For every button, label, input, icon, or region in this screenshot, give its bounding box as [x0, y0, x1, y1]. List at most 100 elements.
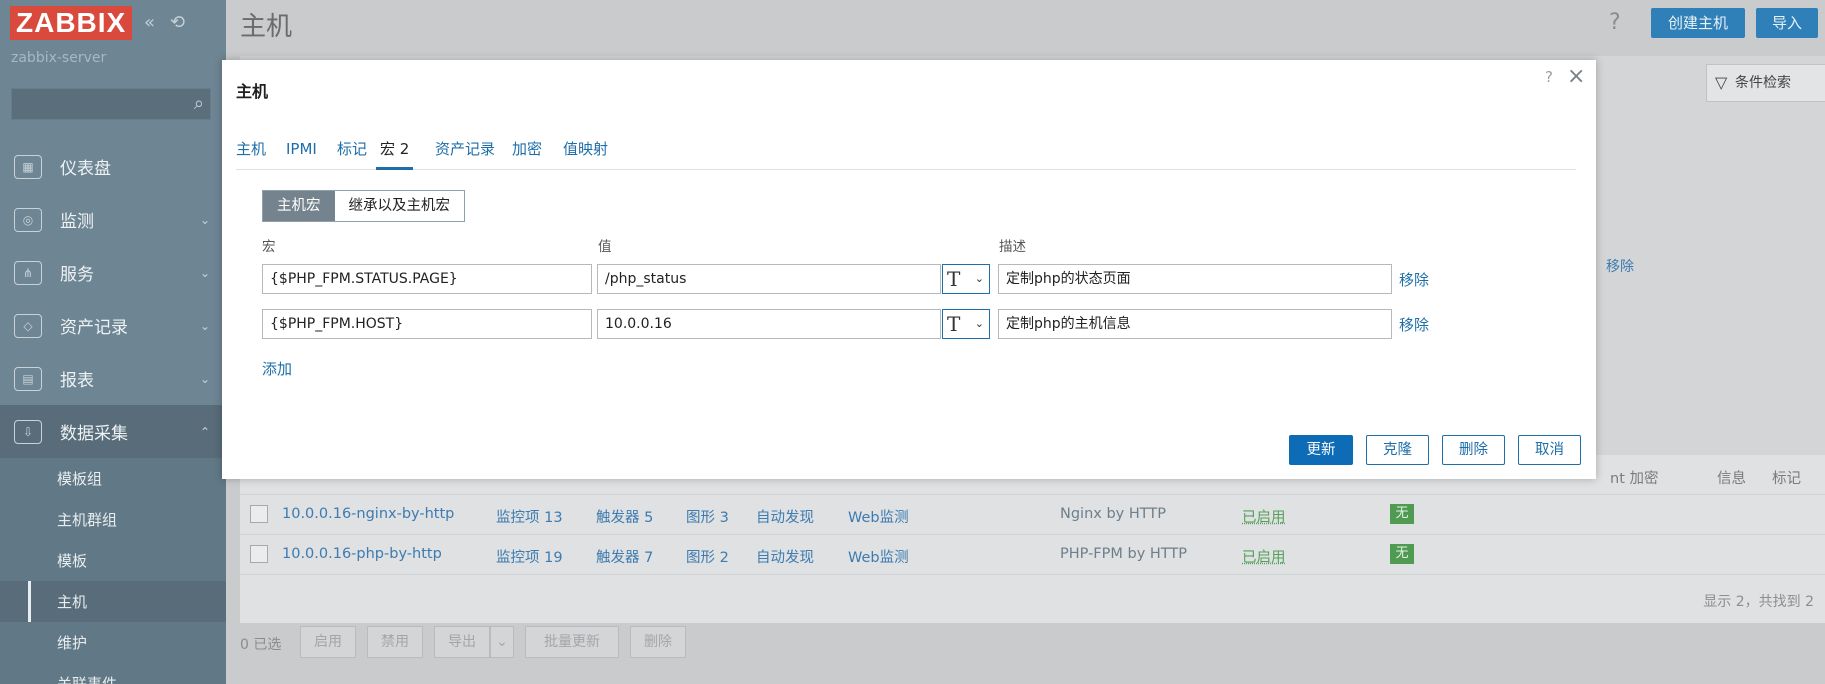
menu-label: 资产记录 — [60, 318, 128, 338]
inherited-macros-option[interactable]: 继承以及主机宏 — [334, 191, 464, 221]
web-link[interactable]: Web监测 — [848, 506, 909, 527]
table-row: 10.0.0.16-php-by-http 监控项 19 触发器 7 图形 2 … — [240, 535, 1825, 575]
menu-item-inventory[interactable]: ◇ 资产记录 ⌄ — [0, 299, 226, 352]
tab-inventory[interactable]: 资产记录 — [435, 138, 495, 170]
inventory-icon: ◇ — [14, 313, 42, 338]
main-menu: ▦ 仪表盘 ◎ 监测 ⌄ ⋔ 服务 ⌄ ◇ 资产记录 ⌄ ▤ 报表 ⌄ ⇩ 数据… — [0, 140, 226, 684]
monitoring-icon: ◎ — [14, 207, 42, 232]
value-type-select[interactable]: T ⌄ — [942, 309, 990, 339]
col-encryption[interactable]: nt 加密 — [1610, 467, 1658, 488]
export-button[interactable]: 导出 — [434, 626, 490, 658]
chevron-down-icon: ⌄ — [199, 212, 210, 227]
value-type-select[interactable]: T ⌄ — [942, 264, 990, 294]
import-button[interactable]: 导入 — [1756, 8, 1818, 38]
col-info[interactable]: 信息 — [1717, 467, 1746, 488]
col-tags[interactable]: 标记 — [1772, 467, 1801, 488]
items-link[interactable]: 监控项 19 — [496, 546, 563, 567]
filter-toggle[interactable]: ▽ 条件检索 — [1706, 64, 1825, 102]
dialog-title: 主机 — [236, 82, 269, 101]
table-row: 10.0.0.16-nginx-by-http 监控项 13 触发器 5 图形 … — [240, 495, 1825, 535]
host-edit-dialog: 主机 ? × 主机 IPMI 标记 宏 2 资产记录 加密 值映射 主机宏 继承… — [222, 60, 1596, 479]
web-link[interactable]: Web监测 — [848, 546, 909, 567]
row-checkbox[interactable] — [250, 545, 268, 563]
dialog-tabs: 主机 IPMI 标记 宏 2 资产记录 加密 值映射 — [236, 138, 1576, 170]
items-link[interactable]: 监控项 13 — [496, 506, 563, 527]
host-name-link[interactable]: 10.0.0.16-php-by-http — [282, 546, 442, 562]
remove-macro-link[interactable]: 移除 — [1399, 314, 1429, 335]
host-name-link[interactable]: 10.0.0.16-nginx-by-http — [282, 506, 454, 522]
submenu-item-templates[interactable]: 模板 — [0, 540, 226, 581]
remove-link-behind[interactable]: 移除 — [1606, 256, 1634, 276]
template-link[interactable]: PHP-FPM by HTTP — [1060, 546, 1187, 562]
sidebar-search-input[interactable]: ⌕ — [11, 88, 211, 120]
dashboard-icon: ▦ — [14, 154, 42, 179]
search-icon[interactable]: ⌕ — [194, 93, 204, 114]
graphs-link[interactable]: 图形 2 — [686, 546, 729, 567]
submenu-item-host-groups[interactable]: 主机群组 — [0, 499, 226, 540]
triggers-link[interactable]: 触发器 5 — [596, 506, 653, 527]
close-icon[interactable]: × — [1567, 64, 1585, 89]
collapse-sidebar-icon[interactable]: « — [144, 12, 155, 33]
remove-macro-link[interactable]: 移除 — [1399, 269, 1429, 290]
menu-item-dashboard[interactable]: ▦ 仪表盘 — [0, 140, 226, 193]
delete-button[interactable]: 删除 — [1442, 435, 1505, 465]
export-dropdown-icon[interactable]: ⌄ — [490, 626, 514, 658]
tab-encryption[interactable]: 加密 — [512, 138, 542, 170]
menu-item-services[interactable]: ⋔ 服务 ⌄ — [0, 246, 226, 299]
clone-button[interactable]: 克隆 — [1366, 435, 1429, 465]
macro-name-input[interactable]: {$PHP_FPM.STATUS.PAGE} — [262, 264, 592, 294]
help-icon[interactable]: ? — [1609, 10, 1621, 35]
chevron-down-icon: ⌄ — [199, 318, 210, 333]
status-link[interactable]: 已启用 — [1242, 546, 1286, 567]
row-checkbox[interactable] — [250, 505, 268, 523]
tab-host[interactable]: 主机 — [236, 138, 266, 170]
hosts-table: nt 加密 信息 标记 10.0.0.16-nginx-by-http 监控项 … — [240, 455, 1825, 623]
kiosk-mode-icon[interactable]: ⟲ — [170, 12, 185, 33]
submenu-item-event-correlation[interactable]: 关联事件 — [0, 663, 226, 684]
description-column-label: 描述 — [999, 239, 1026, 255]
encryption-badge: 无 — [1390, 544, 1414, 564]
menu-item-reports[interactable]: ▤ 报表 ⌄ — [0, 352, 226, 405]
macro-description-input[interactable]: 定制php的状态页面 — [998, 264, 1392, 294]
host-macros-option[interactable]: 主机宏 — [263, 191, 335, 221]
services-icon: ⋔ — [14, 260, 42, 285]
template-link[interactable]: Nginx by HTTP — [1060, 506, 1166, 522]
submenu-item-template-groups[interactable]: 模板组 — [0, 458, 226, 499]
macro-name-input[interactable]: {$PHP_FPM.HOST} — [262, 309, 592, 339]
discovery-link[interactable]: 自动发现 — [756, 546, 814, 567]
help-icon[interactable]: ? — [1545, 68, 1553, 86]
submenu-item-hosts[interactable]: 主机 — [0, 581, 226, 622]
reports-icon: ▤ — [14, 366, 42, 391]
update-button[interactable]: 更新 — [1289, 435, 1353, 465]
macro-value-input[interactable]: /php_status — [597, 264, 941, 294]
tab-ipmi[interactable]: IPMI — [286, 138, 317, 170]
tab-tags[interactable]: 标记 — [337, 138, 367, 170]
enable-button[interactable]: 启用 — [300, 626, 356, 658]
discovery-link[interactable]: 自动发现 — [756, 506, 814, 527]
status-link[interactable]: 已启用 — [1242, 506, 1286, 527]
menu-label: 仪表盘 — [60, 159, 111, 179]
filter-icon: ▽ — [1715, 73, 1728, 92]
tab-value-mapping[interactable]: 值映射 — [563, 138, 608, 170]
disable-button[interactable]: 禁用 — [367, 626, 423, 658]
value-column-label: 值 — [598, 239, 612, 255]
graphs-link[interactable]: 图形 3 — [686, 506, 729, 527]
mass-update-button[interactable]: 批量更新 — [525, 626, 619, 658]
cancel-button[interactable]: 取消 — [1518, 435, 1581, 465]
delete-selected-button[interactable]: 删除 — [630, 626, 686, 658]
filter-label: 条件检索 — [1735, 75, 1791, 91]
macro-value-input[interactable]: 10.0.0.16 — [597, 309, 941, 339]
data-collection-icon: ⇩ — [14, 419, 42, 444]
macro-description-input[interactable]: 定制php的主机信息 — [998, 309, 1392, 339]
submenu-item-maintenance[interactable]: 维护 — [0, 622, 226, 663]
selected-count: 0 已选 — [240, 637, 282, 653]
tab-macros[interactable]: 宏 2 — [376, 138, 414, 170]
zabbix-logo[interactable]: ZABBIX — [10, 6, 133, 40]
triggers-link[interactable]: 触发器 7 — [596, 546, 653, 567]
menu-item-monitoring[interactable]: ◎ 监测 ⌄ — [0, 193, 226, 246]
create-host-button[interactable]: 创建主机 — [1651, 8, 1745, 38]
chevron-up-icon: ⌃ — [199, 424, 210, 439]
macro-scope-toggle: 主机宏 继承以及主机宏 — [262, 190, 465, 222]
menu-item-data-collection[interactable]: ⇩ 数据采集 ⌃ — [0, 405, 226, 458]
add-macro-link[interactable]: 添加 — [262, 358, 292, 379]
